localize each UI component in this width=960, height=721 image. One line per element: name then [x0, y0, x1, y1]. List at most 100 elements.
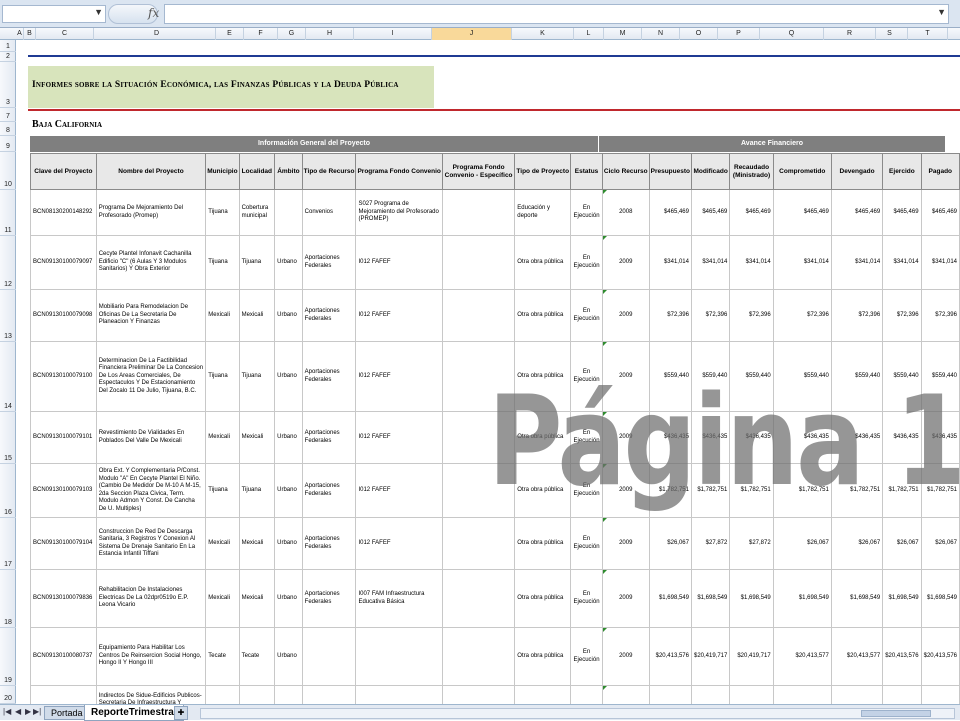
- row-header[interactable]: 14: [0, 342, 16, 412]
- table-cell[interactable]: Mexicali: [238, 517, 276, 570]
- table-cell[interactable]: $72,396: [729, 289, 774, 342]
- table-cell[interactable]: $1,398: [830, 685, 884, 704]
- row-header[interactable]: 18: [0, 570, 16, 628]
- table-cell[interactable]: Construccion De Red De Descarga Sanitari…: [95, 517, 207, 570]
- table-cell[interactable]: $72,396: [690, 289, 731, 342]
- table-cell[interactable]: Otra obra pública: [514, 685, 572, 704]
- table-cell[interactable]: $465,469: [882, 189, 922, 236]
- column-header-cell[interactable]: Municipio: [205, 153, 240, 190]
- table-cell[interactable]: $72,396: [920, 289, 960, 342]
- table-cell[interactable]: BCN09130100080738: [30, 685, 97, 704]
- column-header[interactable]: J: [432, 28, 512, 40]
- row-header[interactable]: 7: [0, 108, 16, 122]
- table-cell[interactable]: Urbano: [274, 569, 303, 628]
- table-cell[interactable]: $1,698,549: [690, 569, 731, 628]
- table-cell[interactable]: $72,396: [772, 289, 832, 342]
- column-header-cell[interactable]: Estatus: [570, 153, 603, 190]
- table-cell[interactable]: S027 Programa de Mejoramiento del Profes…: [355, 189, 443, 236]
- table-cell[interactable]: Revestimiento De Vialidades En Poblados …: [95, 411, 207, 464]
- table-cell[interactable]: $436,435: [690, 411, 731, 464]
- table-cell[interactable]: Urbano: [274, 685, 303, 704]
- table-cell[interactable]: $436,435: [729, 411, 774, 464]
- table-cell[interactable]: Tijuana: [205, 235, 240, 290]
- table-cell[interactable]: Mexicali: [205, 569, 240, 628]
- table-cell[interactable]: Mexicali: [205, 517, 240, 570]
- first-sheet-icon[interactable]: |◀: [3, 707, 11, 716]
- table-cell[interactable]: Tijuana: [238, 341, 276, 412]
- table-cell[interactable]: BCN09130100079104: [30, 517, 97, 570]
- table-cell[interactable]: I012 FAFEF: [355, 411, 443, 464]
- table-cell[interactable]: Otra obra pública: [514, 235, 572, 290]
- last-sheet-icon[interactable]: ▶|: [33, 707, 41, 716]
- table-cell[interactable]: I012 FAFEF: [355, 463, 443, 518]
- table-cell[interactable]: $1,414: [690, 685, 731, 704]
- column-header[interactable]: Q: [760, 28, 824, 40]
- horizontal-scrollbar[interactable]: [200, 708, 955, 719]
- table-cell[interactable]: Urbano: [274, 411, 303, 464]
- table-cell[interactable]: $72,396: [830, 289, 884, 342]
- table-cell[interactable]: $1,414: [648, 685, 692, 704]
- table-cell[interactable]: $436,435: [882, 411, 922, 464]
- column-header[interactable]: L: [574, 28, 604, 40]
- table-cell[interactable]: [355, 627, 443, 686]
- table-cell[interactable]: $465,469: [772, 189, 832, 236]
- table-cell[interactable]: $26,067: [830, 517, 884, 570]
- table-cell[interactable]: $1,782,751: [882, 463, 922, 518]
- column-header-cell[interactable]: Comprometido: [772, 153, 832, 190]
- table-cell[interactable]: $20,413,576: [648, 627, 692, 686]
- column-header[interactable]: T: [908, 28, 948, 40]
- row-header[interactable]: 2: [0, 52, 16, 62]
- table-cell[interactable]: 2009: [601, 411, 650, 464]
- table-cell[interactable]: I012 FAFEF: [355, 517, 443, 570]
- table-cell[interactable]: $26,067: [648, 517, 692, 570]
- new-sheet-icon[interactable]: ✚: [174, 706, 188, 720]
- table-cell[interactable]: Programa De Mejoramiento Del Profesorado…: [95, 189, 207, 236]
- prev-sheet-icon[interactable]: ◀: [15, 707, 21, 716]
- table-cell[interactable]: Tijuana: [205, 463, 240, 518]
- scrollbar-thumb[interactable]: [861, 710, 931, 717]
- table-cell[interactable]: Equipamiento Para Habilitar Los Centros …: [95, 627, 207, 686]
- table-cell[interactable]: Otra obra pública: [514, 411, 572, 464]
- table-cell[interactable]: 2009: [601, 627, 650, 686]
- table-cell[interactable]: Mexicali: [238, 411, 276, 464]
- table-cell[interactable]: $1,782,751: [920, 463, 960, 518]
- table-cell[interactable]: $341,014: [882, 235, 922, 290]
- column-header-cell[interactable]: Tipo de Recurso: [301, 153, 357, 190]
- table-cell[interactable]: $341,014: [830, 235, 884, 290]
- column-header[interactable]: B: [24, 28, 36, 40]
- table-cell[interactable]: [301, 627, 357, 686]
- table-cell[interactable]: Mexicali: [238, 289, 276, 342]
- column-header[interactable]: K: [512, 28, 574, 40]
- table-cell[interactable]: I012 FAFEF: [355, 341, 443, 412]
- table-cell[interactable]: $559,440: [648, 341, 692, 412]
- table-cell[interactable]: 2009: [601, 569, 650, 628]
- table-cell[interactable]: Otra obra pública: [514, 569, 572, 628]
- row-header[interactable]: 9: [0, 136, 16, 152]
- table-cell[interactable]: [355, 685, 443, 704]
- row-header[interactable]: 20: [0, 686, 16, 704]
- table-cell[interactable]: [301, 685, 357, 704]
- table-cell[interactable]: En Ejecución: [570, 517, 603, 570]
- table-cell[interactable]: Urbano: [274, 627, 303, 686]
- column-header[interactable]: I: [354, 28, 432, 40]
- column-header[interactable]: E: [216, 28, 244, 40]
- table-cell[interactable]: Convenios: [301, 189, 357, 236]
- table-cell[interactable]: $341,014: [920, 235, 960, 290]
- table-cell[interactable]: 2009: [601, 517, 650, 570]
- table-cell[interactable]: Mexicali: [205, 289, 240, 342]
- column-header-cell[interactable]: Ejercido: [882, 153, 922, 190]
- table-cell[interactable]: $1,782,751: [830, 463, 884, 518]
- fx-icon[interactable]: fx: [148, 6, 159, 20]
- table-cell[interactable]: Mexicali: [238, 685, 276, 704]
- table-cell[interactable]: En Ejecución: [570, 189, 603, 236]
- table-cell[interactable]: $72,396: [648, 289, 692, 342]
- table-cell[interactable]: $20,413,576: [882, 627, 922, 686]
- table-cell[interactable]: BCN09130100079836: [30, 569, 97, 628]
- table-cell[interactable]: Otra obra pública: [514, 289, 572, 342]
- table-cell[interactable]: $341,014: [772, 235, 832, 290]
- table-cell[interactable]: Otra obra pública: [514, 341, 572, 412]
- sheet-tab-portada[interactable]: Portada: [44, 706, 90, 720]
- table-cell[interactable]: Otra obra pública: [514, 463, 572, 518]
- table-cell[interactable]: $465,469: [830, 189, 884, 236]
- table-cell[interactable]: En Ejecución: [570, 235, 603, 290]
